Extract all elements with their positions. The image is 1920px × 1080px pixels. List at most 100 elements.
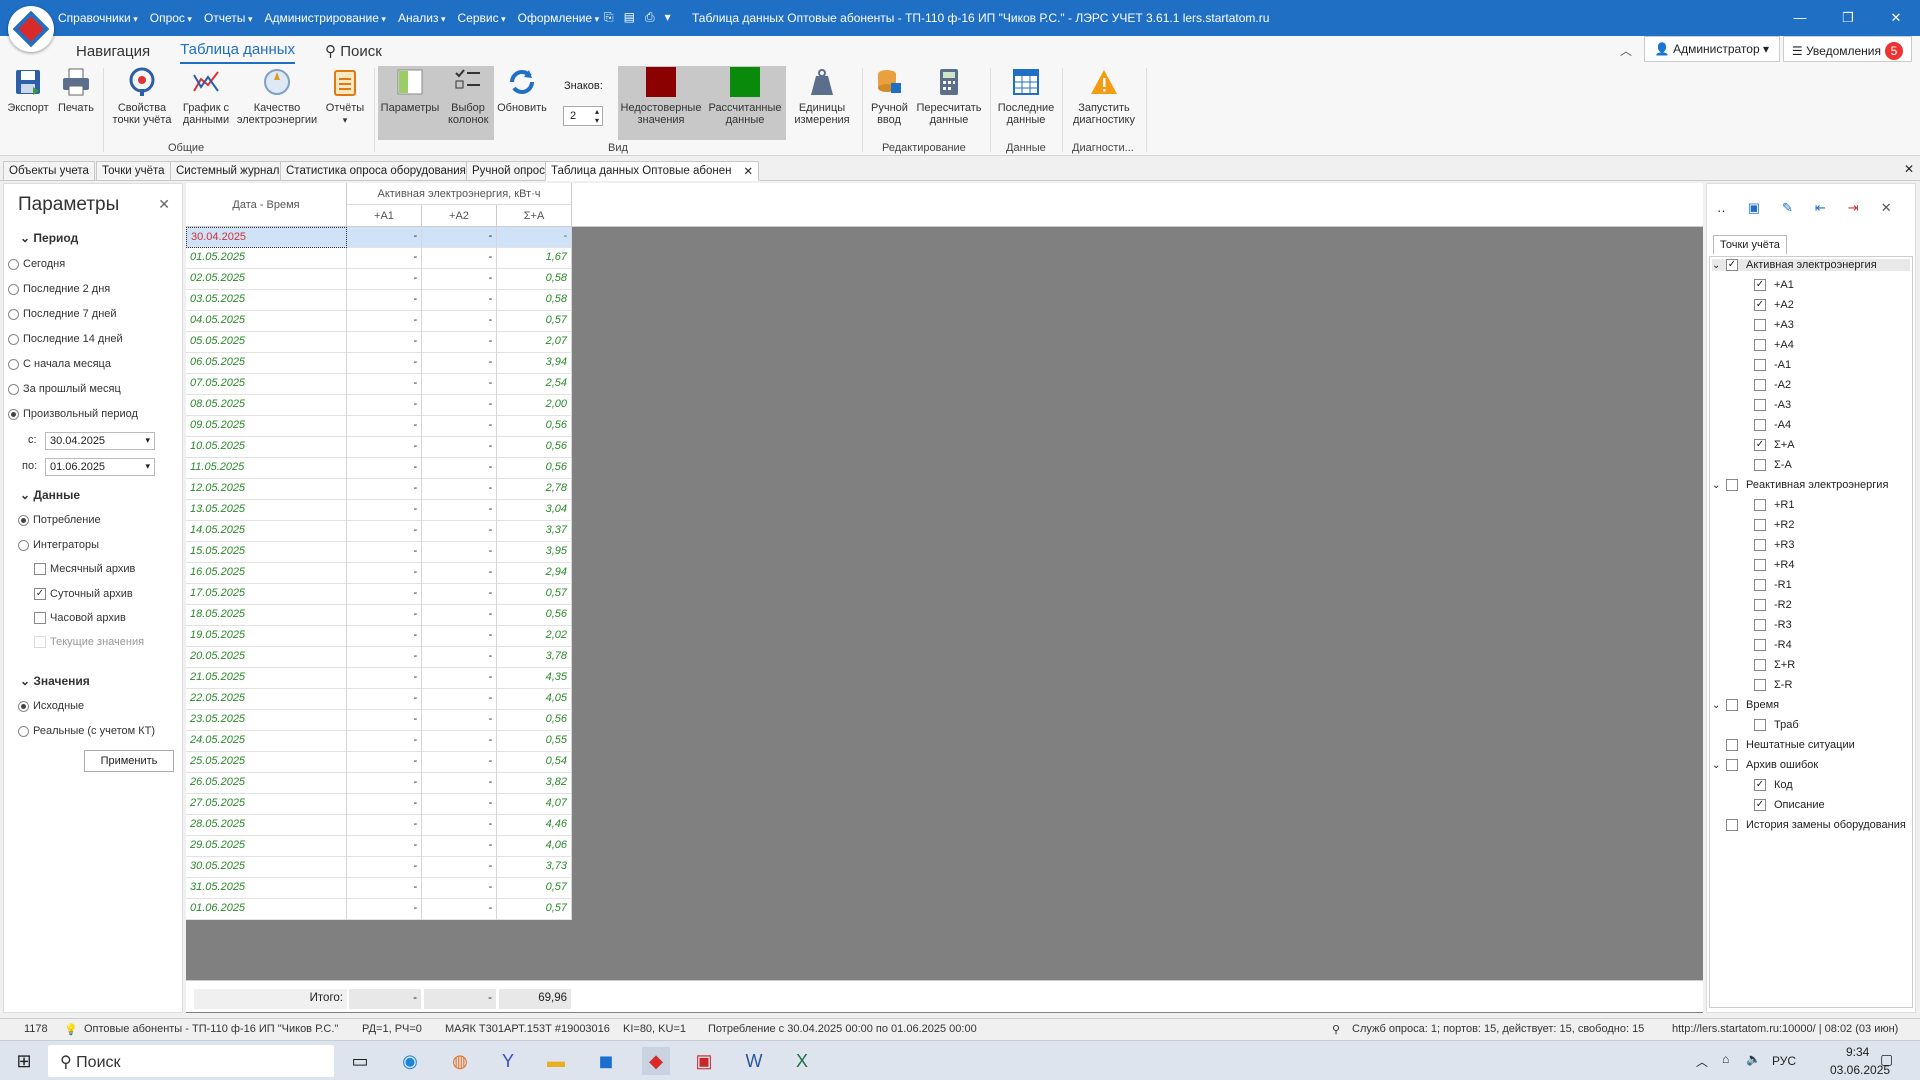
quick-print-icon[interactable]: ⎙: [645, 10, 655, 25]
unreliable-values-button[interactable]: Недостоверные значения: [618, 66, 704, 140]
data-section-header[interactable]: ⌄ Данные: [20, 488, 80, 502]
network-tray-icon[interactable]: ⌂: [1722, 1052, 1729, 1066]
period-today[interactable]: Сегодня: [8, 258, 65, 270]
quick-export-icon[interactable]: ⎘: [604, 10, 614, 25]
tree-node[interactable]: ⌄ Время: [1712, 699, 1779, 711]
cell-sum-a[interactable]: 4,46: [497, 815, 572, 836]
checkbox-icon[interactable]: [1754, 319, 1766, 331]
parameters-button[interactable]: Параметры: [378, 66, 442, 140]
period-2-days[interactable]: Последние 2 дня: [8, 283, 110, 295]
point-properties-button[interactable]: Свойства точки учёта: [106, 66, 178, 126]
period-7-days[interactable]: Последние 7 дней: [8, 308, 117, 320]
checkbox-checked-icon[interactable]: ✓: [1726, 259, 1738, 271]
app-logo[interactable]: [8, 6, 54, 52]
cell-sum-a[interactable]: 0,57: [497, 899, 572, 920]
tree-node[interactable]: Σ-R: [1740, 679, 1792, 691]
cell-a1[interactable]: -: [347, 857, 422, 878]
cell-sum-a[interactable]: 0,56: [497, 605, 572, 626]
checkbox-icon[interactable]: [1754, 419, 1766, 431]
cell-a1[interactable]: -: [347, 269, 422, 290]
cell-sum-a[interactable]: 0,54: [497, 752, 572, 773]
cell-sum-a[interactable]: 2,78: [497, 479, 572, 500]
cell-sum-a[interactable]: 3,73: [497, 857, 572, 878]
table-row[interactable]: 25.05.2025- -0,54: [186, 752, 572, 773]
checkbox-icon[interactable]: [1754, 399, 1766, 411]
table-row[interactable]: 01.05.2025- -1,67: [186, 248, 572, 269]
notifications-button[interactable]: ☰ Уведомления 5: [1782, 36, 1912, 62]
checkbox-icon[interactable]: [1754, 599, 1766, 611]
cell-a1[interactable]: -: [347, 899, 422, 920]
cell-date[interactable]: 14.05.2025: [186, 521, 347, 542]
cell-date[interactable]: 17.05.2025: [186, 584, 347, 605]
cell-date[interactable]: 30.05.2025: [186, 857, 347, 878]
cell-a2[interactable]: -: [422, 752, 497, 773]
app-red-icon[interactable]: ▣: [690, 1047, 718, 1075]
checkbox-icon[interactable]: [1754, 559, 1766, 571]
cell-sum-a[interactable]: 2,07: [497, 332, 572, 353]
lers-app-icon[interactable]: ◆: [642, 1047, 670, 1075]
menu-poll[interactable]: Опрос: [150, 11, 192, 25]
checkbox-icon[interactable]: [1754, 459, 1766, 471]
doc-tab-poll-stats[interactable]: Статистика опроса оборудования: [280, 161, 472, 181]
checkbox-icon[interactable]: [1726, 479, 1738, 491]
cell-a2[interactable]: -: [422, 458, 497, 479]
cell-date[interactable]: 11.05.2025: [186, 458, 347, 479]
edge-icon[interactable]: ◉: [396, 1047, 424, 1075]
tree-node[interactable]: ⌄ ✓ Активная электроэнергия: [1712, 259, 1910, 271]
table-row[interactable]: 22.05.2025- -4,05: [186, 689, 572, 710]
cell-a2[interactable]: -: [422, 584, 497, 605]
cell-a1[interactable]: -: [347, 311, 422, 332]
digits-spinner[interactable]: 2 ▴ ▾: [563, 106, 603, 126]
table-row[interactable]: 24.05.2025- -0,55: [186, 731, 572, 752]
word-icon[interactable]: W: [740, 1047, 768, 1075]
cell-sum-a[interactable]: 0,56: [497, 437, 572, 458]
table-row[interactable]: 31.05.2025- -0,57: [186, 878, 572, 899]
cell-date[interactable]: 22.05.2025: [186, 689, 347, 710]
table-row[interactable]: 03.05.2025- -0,58: [186, 290, 572, 311]
cell-a1[interactable]: -: [347, 290, 422, 311]
cell-sum-a[interactable]: 2,00: [497, 395, 572, 416]
cell-date[interactable]: 06.05.2025: [186, 353, 347, 374]
checkbox-checked-icon[interactable]: ✓: [1754, 799, 1766, 811]
cell-date[interactable]: 29.05.2025: [186, 836, 347, 857]
cell-a2[interactable]: -: [422, 899, 497, 920]
table-row[interactable]: 19.05.2025- -2,02: [186, 626, 572, 647]
menu-reports[interactable]: Отчеты: [204, 11, 253, 25]
table-row[interactable]: 15.05.2025- -3,95: [186, 542, 572, 563]
cell-date[interactable]: 02.05.2025: [186, 269, 347, 290]
cell-a2[interactable]: -: [422, 815, 497, 836]
cell-a1[interactable]: -: [347, 353, 422, 374]
cell-sum-a[interactable]: 0,58: [497, 269, 572, 290]
tab-metering-points[interactable]: Точки учёта: [1713, 235, 1787, 254]
table-row[interactable]: 11.05.2025- -0,56: [186, 458, 572, 479]
menu-directories[interactable]: Справочники: [58, 11, 138, 25]
cell-date[interactable]: 20.05.2025: [186, 647, 347, 668]
cell-a2[interactable]: -: [422, 605, 497, 626]
cell-date[interactable]: 04.05.2025: [186, 311, 347, 332]
cell-sum-a[interactable]: 0,56: [497, 458, 572, 479]
tab-search[interactable]: ⚲ Поиск: [325, 42, 382, 64]
cell-a1[interactable]: -: [347, 563, 422, 584]
cell-sum-a[interactable]: 2,94: [497, 563, 572, 584]
tree-node[interactable]: ⌄ Архив ошибок: [1712, 759, 1818, 771]
archive-hourly[interactable]: Часовой архив: [34, 612, 126, 624]
period-last-month[interactable]: За прошлый месяц: [8, 383, 121, 395]
tree-node[interactable]: ✓ Σ+A: [1740, 439, 1795, 451]
table-row[interactable]: 07.05.2025- -2,54: [186, 374, 572, 395]
checkbox-icon[interactable]: [1754, 539, 1766, 551]
cell-date[interactable]: 31.05.2025: [186, 878, 347, 899]
cell-sum-a[interactable]: -: [497, 227, 572, 248]
table-row[interactable]: 05.05.2025- -2,07: [186, 332, 572, 353]
col-sum-a-header[interactable]: Σ+A: [497, 205, 572, 227]
cell-sum-a[interactable]: 0,57: [497, 878, 572, 899]
cell-sum-a[interactable]: 0,57: [497, 311, 572, 332]
cell-date[interactable]: 08.05.2025: [186, 395, 347, 416]
tree-node[interactable]: Σ+R: [1740, 659, 1795, 671]
user-button[interactable]: 👤 Администратор ▾: [1643, 36, 1780, 62]
checkbox-icon[interactable]: [1754, 659, 1766, 671]
manual-input-button[interactable]: Ручной ввод: [864, 66, 914, 126]
expand-chevron-icon[interactable]: ⌄: [1712, 700, 1726, 711]
checkbox-icon[interactable]: [1754, 359, 1766, 371]
cell-a1[interactable]: -: [347, 521, 422, 542]
from-date-input[interactable]: 30.04.2025: [45, 432, 155, 450]
